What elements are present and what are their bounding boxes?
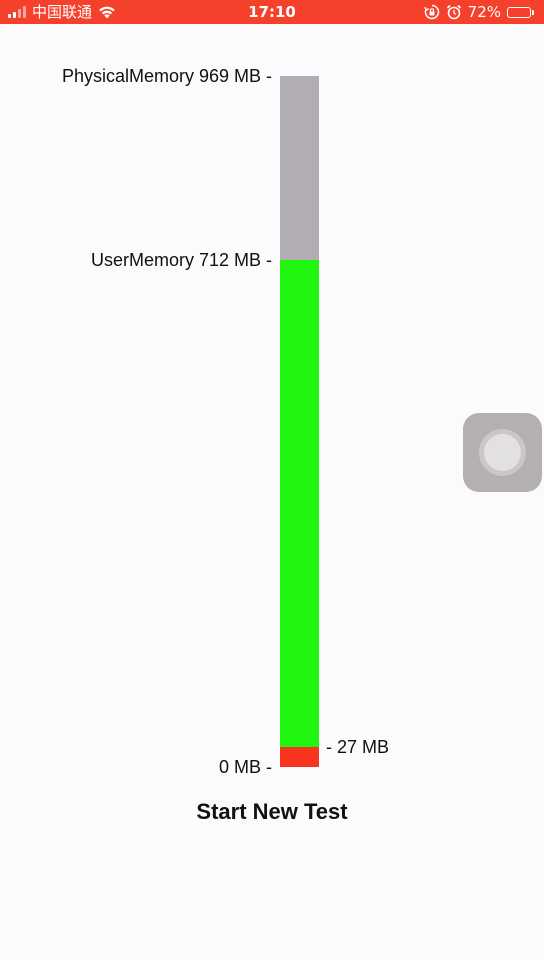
physical-memory-label: PhysicalMemory 969 MB - [61,66,272,86]
assistive-touch-core [484,434,521,471]
status-bar-right: 72% [423,2,534,22]
memory-bar [280,76,319,767]
battery-percent: 72% [467,3,501,21]
used-memory-segment [280,747,319,767]
zero-memory-label: 0 MB - [218,757,272,777]
user-memory-label: UserMemory 712 MB - [90,250,272,270]
status-bar: 中国联通 17:10 72% [0,0,544,24]
user-memory-segment [280,260,319,747]
physical-memory-segment [280,76,319,260]
assistive-touch-button[interactable] [463,413,542,492]
rotation-lock-icon [423,4,440,20]
start-new-test-button[interactable]: Start New Test [0,798,544,826]
used-memory-label: - 27 MB [326,737,390,757]
alarm-icon [446,4,462,20]
battery-icon [507,6,534,18]
